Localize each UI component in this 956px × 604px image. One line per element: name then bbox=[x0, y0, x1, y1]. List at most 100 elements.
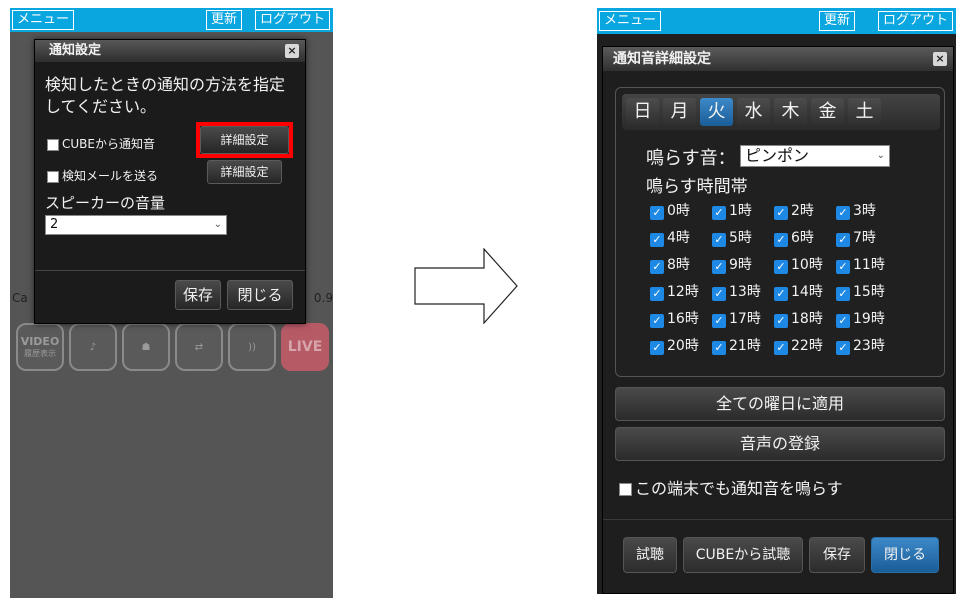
checkmark-icon[interactable]: ✓ bbox=[836, 233, 850, 247]
hour-checkbox-19[interactable]: ✓ 19時 bbox=[836, 308, 885, 328]
hour-checkbox-6[interactable]: ✓ 6時 bbox=[774, 227, 814, 247]
cube-sound-checkbox[interactable] bbox=[47, 138, 59, 151]
hour-checkbox-9[interactable]: ✓ 9時 bbox=[712, 254, 752, 274]
video-sub-label: 履歴表示 bbox=[23, 349, 56, 358]
mail-checkbox[interactable] bbox=[47, 170, 59, 183]
hour-checkbox-1[interactable]: ✓ 1時 bbox=[712, 200, 752, 220]
hour-checkbox-23[interactable]: ✓ 23時 bbox=[836, 335, 885, 355]
menu-button[interactable]: メニュー bbox=[599, 11, 662, 31]
hour-label: 17時 bbox=[729, 311, 761, 327]
close-button[interactable]: 閉じる bbox=[871, 537, 939, 573]
checkmark-icon[interactable]: ✓ bbox=[650, 314, 664, 328]
logout-button[interactable]: ログアウト bbox=[255, 10, 331, 30]
refresh-button[interactable]: 更新 bbox=[819, 11, 856, 31]
video-history-button[interactable]: VIDEO 履歴表示 bbox=[16, 323, 64, 371]
apply-all-days-button[interactable]: 全ての曜日に適用 bbox=[615, 387, 945, 421]
hour-checkbox-15[interactable]: ✓ 15時 bbox=[836, 281, 885, 301]
terminal-sound-label: この端末でも通知音を鳴らす bbox=[635, 479, 843, 498]
hour-checkbox-10[interactable]: ✓ 10時 bbox=[774, 254, 823, 274]
hour-checkbox-18[interactable]: ✓ 18時 bbox=[774, 308, 823, 328]
logout-button[interactable]: ログアウト bbox=[878, 11, 954, 31]
screen: メニュー 更新 ログアウト Ca 0.9 VIDEO 履歴表示 ♪ ☗ ⇄ ))… bbox=[0, 0, 956, 604]
hour-checkbox-20[interactable]: ✓ 20時 bbox=[650, 335, 699, 355]
sound-detail-dialog: 通知音詳細設定 × 日 月 火 水 木 金 土 鳴らす音： ピンポン ⌄ 鳴らす… bbox=[602, 46, 954, 594]
hour-checkbox-14[interactable]: ✓ 14時 bbox=[774, 281, 823, 301]
tab-tuesday[interactable]: 火 bbox=[700, 98, 733, 126]
hour-checkbox-2[interactable]: ✓ 2時 bbox=[774, 200, 814, 220]
divider bbox=[35, 270, 305, 271]
hour-label: 4時 bbox=[667, 230, 690, 246]
checkmark-icon[interactable]: ✓ bbox=[836, 206, 850, 220]
checkmark-icon[interactable]: ✓ bbox=[774, 206, 788, 220]
checkmark-icon[interactable]: ✓ bbox=[774, 341, 788, 355]
checkmark-icon[interactable]: ✓ bbox=[836, 287, 850, 301]
checkmark-icon[interactable]: ✓ bbox=[836, 314, 850, 328]
listen-button[interactable]: 試聴 bbox=[623, 537, 677, 573]
hour-checkbox-5[interactable]: ✓ 5時 bbox=[712, 227, 752, 247]
checkmark-icon[interactable]: ✓ bbox=[712, 314, 726, 328]
hour-label: 5時 bbox=[729, 230, 752, 246]
checkmark-icon[interactable]: ✓ bbox=[712, 260, 726, 274]
checkmark-icon[interactable]: ✓ bbox=[650, 206, 664, 220]
hour-checkbox-8[interactable]: ✓ 8時 bbox=[650, 254, 690, 274]
ear-icon[interactable]: )) bbox=[228, 323, 276, 371]
checkmark-icon[interactable]: ✓ bbox=[650, 233, 664, 247]
checkmark-icon[interactable]: ✓ bbox=[650, 260, 664, 274]
checkmark-icon[interactable]: ✓ bbox=[774, 233, 788, 247]
live-button[interactable]: LIVE bbox=[281, 323, 329, 371]
talk-icon[interactable]: ⇄ bbox=[175, 323, 223, 371]
music-icon[interactable]: ♪ bbox=[69, 323, 117, 371]
cube-sound-option[interactable]: CUBEから通知音 bbox=[47, 135, 155, 152]
checkmark-icon[interactable]: ✓ bbox=[650, 287, 664, 301]
hour-checkbox-0[interactable]: ✓ 0時 bbox=[650, 200, 690, 220]
close-button[interactable]: 閉じる bbox=[227, 280, 293, 310]
tab-sunday[interactable]: 日 bbox=[626, 98, 659, 126]
dialog-title: 通知音詳細設定 bbox=[613, 51, 711, 67]
save-button[interactable]: 保存 bbox=[809, 537, 865, 573]
person-icon[interactable]: ☗ bbox=[122, 323, 170, 371]
hour-checkbox-3[interactable]: ✓ 3時 bbox=[836, 200, 876, 220]
hour-checkbox-12[interactable]: ✓ 12時 bbox=[650, 281, 699, 301]
checkmark-icon[interactable]: ✓ bbox=[712, 287, 726, 301]
sound-label: 鳴らす音： bbox=[646, 148, 736, 169]
hour-label: 1時 bbox=[729, 203, 752, 219]
mail-option[interactable]: 検知メールを送る bbox=[47, 167, 158, 184]
mail-detail-button[interactable]: 詳細設定 bbox=[207, 160, 282, 184]
tab-thursday[interactable]: 木 bbox=[774, 98, 807, 126]
hour-checkbox-22[interactable]: ✓ 22時 bbox=[774, 335, 823, 355]
checkmark-icon[interactable]: ✓ bbox=[774, 260, 788, 274]
checkmark-icon[interactable]: ✓ bbox=[650, 341, 664, 355]
tab-friday[interactable]: 金 bbox=[811, 98, 844, 126]
checkmark-icon[interactable]: ✓ bbox=[836, 260, 850, 274]
hour-checkbox-16[interactable]: ✓ 16時 bbox=[650, 308, 699, 328]
refresh-button[interactable]: 更新 bbox=[206, 10, 243, 30]
tab-wednesday[interactable]: 水 bbox=[737, 98, 770, 126]
checkmark-icon[interactable]: ✓ bbox=[836, 341, 850, 355]
hour-checkbox-13[interactable]: ✓ 13時 bbox=[712, 281, 761, 301]
tab-monday[interactable]: 月 bbox=[663, 98, 696, 126]
checkmark-icon[interactable]: ✓ bbox=[712, 341, 726, 355]
save-button[interactable]: 保存 bbox=[175, 280, 221, 310]
register-voice-button[interactable]: 音声の登録 bbox=[615, 427, 945, 461]
hour-checkbox-17[interactable]: ✓ 17時 bbox=[712, 308, 761, 328]
checkmark-icon[interactable]: ✓ bbox=[774, 287, 788, 301]
terminal-sound-option[interactable]: この端末でも通知音を鳴らす bbox=[619, 475, 843, 499]
schedule-panel: 日 月 火 水 木 金 土 鳴らす音： ピンポン ⌄ 鳴らす時間帯 ✓ 0時 ✓ 1時… bbox=[615, 87, 945, 377]
tab-saturday[interactable]: 土 bbox=[848, 98, 881, 126]
top-bar: メニュー 更新 ログアウト bbox=[10, 8, 333, 32]
close-icon[interactable]: × bbox=[933, 52, 947, 66]
top-bar: メニュー 更新 ログアウト bbox=[597, 8, 956, 34]
hour-checkbox-4[interactable]: ✓ 4時 bbox=[650, 227, 690, 247]
hour-checkbox-21[interactable]: ✓ 21時 bbox=[712, 335, 761, 355]
checkmark-icon[interactable]: ✓ bbox=[774, 314, 788, 328]
checkmark-icon[interactable]: ✓ bbox=[712, 206, 726, 220]
close-icon[interactable]: × bbox=[285, 44, 299, 58]
menu-button[interactable]: メニュー bbox=[12, 10, 75, 30]
sound-select[interactable]: ピンポン ⌄ bbox=[740, 145, 890, 167]
volume-select[interactable]: 2 ⌄ bbox=[45, 215, 227, 235]
hour-checkbox-7[interactable]: ✓ 7時 bbox=[836, 227, 876, 247]
checkmark-icon[interactable]: ✓ bbox=[712, 233, 726, 247]
cube-listen-button[interactable]: CUBEから試聴 bbox=[683, 537, 803, 573]
terminal-sound-checkbox[interactable] bbox=[619, 483, 632, 496]
hour-checkbox-11[interactable]: ✓ 11時 bbox=[836, 254, 885, 274]
